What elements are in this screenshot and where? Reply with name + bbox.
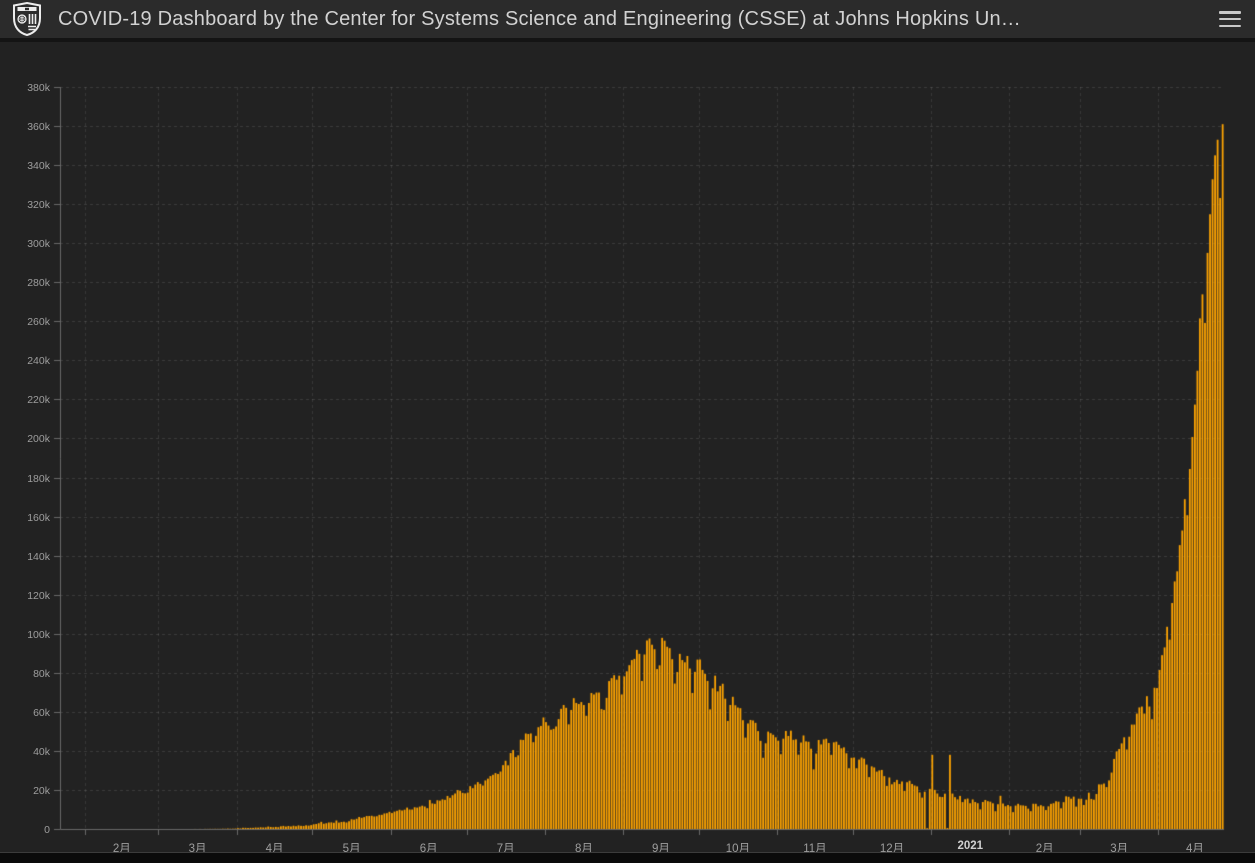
app-header: COVID-19 Dashboard by the Center for Sys… [0, 0, 1255, 42]
y-axis-tick-label: 300k [0, 238, 50, 250]
y-axis-tick-label: 60k [0, 707, 50, 719]
bar-chart-canvas[interactable] [0, 46, 1255, 863]
hamburger-menu-icon[interactable] [1219, 11, 1241, 27]
y-axis-tick-label: 40k [0, 746, 50, 758]
jhu-shield-logo [12, 2, 42, 36]
bottom-panel-edge [0, 852, 1255, 863]
app-title: COVID-19 Dashboard by the Center for Sys… [58, 8, 1021, 31]
y-axis-tick-label: 120k [0, 590, 50, 602]
hamburger-line [1219, 11, 1241, 14]
y-axis-tick-label: 360k [0, 121, 50, 133]
y-axis-tick-label: 220k [0, 394, 50, 406]
y-axis-tick-label: 200k [0, 433, 50, 445]
y-axis-tick-label: 100k [0, 629, 50, 641]
y-axis-tick-label: 180k [0, 473, 50, 485]
hamburger-line [1219, 18, 1241, 21]
y-axis-tick-label: 80k [0, 668, 50, 680]
y-axis-tick-label: 240k [0, 355, 50, 367]
y-axis-tick-label: 280k [0, 277, 50, 289]
y-axis-tick-label: 340k [0, 160, 50, 172]
y-axis-tick-label: 260k [0, 316, 50, 328]
covid-dashboard-page: { "header": { "title": "COVID-19 Dashboa… [0, 0, 1255, 863]
y-axis-tick-label: 380k [0, 82, 50, 94]
daily-cases-bar-chart: 0 20k 40k 60k 80k 100k 120k 140k 160k 180k 200k 220… [0, 46, 1255, 852]
x-axis-tick-label: 2021 [940, 840, 1000, 852]
y-axis-tick-label: 20k [0, 785, 50, 797]
y-axis-tick-label: 160k [0, 512, 50, 524]
hamburger-line [1219, 25, 1241, 28]
y-axis-tick-label: 320k [0, 199, 50, 211]
y-axis-tick-label: 0 [0, 824, 50, 836]
y-axis-tick-label: 140k [0, 551, 50, 563]
